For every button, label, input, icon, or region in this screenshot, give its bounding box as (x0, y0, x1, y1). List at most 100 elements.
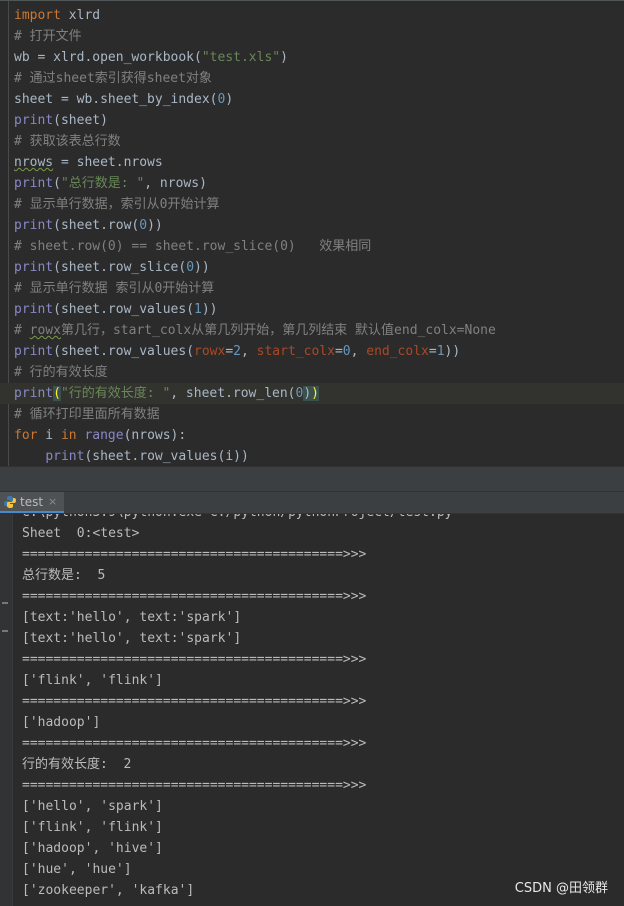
code-token: nrows (14, 155, 54, 170)
run-console[interactable]: C:\python3.9\python.exe C:/python/python… (0, 514, 624, 906)
code-line[interactable]: wb = xlrd.open_workbook("test.xls") (14, 47, 288, 68)
console-line: ========================================… (22, 547, 367, 562)
code-token: range (84, 428, 124, 443)
code-token: # 显示单行数据，索引从0开始计算 (14, 197, 220, 212)
code-token: 0 (342, 344, 351, 359)
code-line[interactable]: # 通过sheet索引获得sheet对象 (14, 68, 212, 89)
gutter-marker (2, 602, 8, 604)
code-line[interactable]: print(sheet.row_values(i)) (14, 446, 249, 467)
code-line[interactable]: sheet = wb.sheet_by_index(0) (14, 89, 233, 110)
code-token: for (14, 428, 38, 443)
code-line[interactable]: import xlrd (14, 5, 100, 26)
code-token: )) (201, 302, 218, 317)
code-token: import (14, 8, 61, 23)
code-token: # 通过sheet索引获得sheet对象 (14, 71, 212, 86)
code-line[interactable]: for i in range(nrows): (14, 425, 186, 446)
code-token: )) (147, 218, 163, 233)
console-line: ['flink', 'flink'] (22, 673, 163, 688)
console-line: ['hue', 'hue'] (22, 862, 132, 877)
code-token: )) (194, 260, 210, 275)
code-token: in (60, 428, 77, 443)
code-token: 0 (186, 260, 195, 275)
code-token: i (37, 428, 61, 443)
code-token: end_colx (366, 344, 429, 359)
code-token: print (14, 386, 54, 401)
console-line: ['hadoop', 'hive'] (22, 841, 163, 856)
code-token: sheet = wb.sheet_by_index( (14, 92, 218, 107)
code-line[interactable]: print(sheet) (14, 110, 108, 131)
code-token: # 显示单行数据 索引从0开始计算 (14, 281, 215, 296)
console-line: 行的有效长度: 2 (22, 757, 132, 772)
code-token: print (14, 260, 54, 275)
console-line: 总行数是: 5 (22, 568, 106, 583)
code-token: start_colx (256, 344, 335, 359)
code-token: print (14, 218, 54, 233)
code-token: (sheet.row_values( (53, 302, 195, 317)
run-tab-label: test (20, 494, 44, 509)
code-token: ( (53, 176, 61, 191)
code-token: 0 (139, 218, 148, 233)
console-line: C:\python3.9\python.exe C:/python/python… (22, 514, 452, 523)
console-line: Sheet 0:<test> (22, 526, 140, 541)
run-tool-window-tabbar: test × (0, 492, 624, 514)
code-line[interactable]: print(sheet.row_values(rowx=2, start_col… (14, 341, 460, 362)
console-line: ========================================… (22, 589, 367, 604)
code-token: # 行的有效长度 (14, 365, 108, 380)
code-line[interactable]: print("行的有效长度: ", sheet.row_len(0)) (0, 383, 624, 404)
code-token: , nrows) (144, 176, 207, 191)
code-token: 2 (233, 344, 241, 359)
console-line: ========================================… (22, 694, 367, 709)
code-token: 第几行，start_colx从第几列开始，第几列结束 默认值end_colx=N… (60, 323, 496, 338)
code-line[interactable]: # 循环打印里面所有数据 (14, 404, 160, 425)
code-token: print (45, 449, 85, 464)
code-token: (sheet) (53, 113, 108, 128)
watermark: CSDN @田领群 (514, 881, 608, 896)
panel-splitter[interactable] (0, 466, 624, 492)
code-token: )) (444, 344, 461, 359)
python-icon (4, 495, 16, 508)
code-token: # (14, 323, 30, 338)
code-token: "总行数是: " (60, 176, 145, 191)
code-token: rowx (29, 323, 61, 338)
console-line: ========================================… (22, 778, 367, 793)
code-line[interactable]: # 显示单行数据 索引从0开始计算 (14, 278, 214, 299)
code-line[interactable]: # sheet.row(0) == sheet.row_slice(0) 效果相… (14, 236, 371, 257)
code-token: (sheet.row_values( (53, 344, 195, 359)
code-line[interactable]: nrows = sheet.nrows (14, 152, 163, 173)
code-line[interactable]: print(sheet.row_slice(0)) (14, 257, 210, 278)
gutter-marker (2, 630, 8, 632)
code-line[interactable]: # 显示单行数据，索引从0开始计算 (14, 194, 219, 215)
console-line: ========================================… (22, 736, 367, 751)
console-line: [text:'hello', text:'spark'] (22, 610, 242, 625)
code-line[interactable]: print(sheet.row(0)) (14, 215, 163, 236)
code-token: wb = xlrd.open_workbook( (14, 50, 202, 65)
code-editor[interactable]: import xlrd # 打开文件 wb = xlrd.open_workbook… (0, 0, 624, 467)
code-token: (sheet.row( (53, 218, 140, 233)
code-token: "行的有效长度: " (60, 386, 171, 401)
code-token: "test.xls" (201, 50, 281, 65)
code-token: (nrows): (123, 428, 187, 443)
code-token: # 打开文件 (14, 29, 82, 44)
console-line: ['zookeeper', 'kafka'] (22, 883, 195, 898)
code-line[interactable]: # 打开文件 (14, 26, 82, 47)
code-line[interactable]: print("总行数是: ", nrows) (14, 173, 207, 194)
code-token: = (428, 344, 437, 359)
run-tab[interactable]: test × (0, 492, 64, 513)
code-token: xlrd (60, 8, 101, 23)
code-token: # sheet.row(0) == sheet.row_slice(0) 效果相… (14, 239, 372, 254)
code-token: = (334, 344, 343, 359)
code-line[interactable]: print(sheet.row_values(1)) (14, 299, 218, 320)
code-token: (sheet.row_values(i)) (84, 449, 249, 464)
code-line[interactable]: # rowx第几行，start_colx从第几列开始，第几列结束 默认值end_… (14, 320, 496, 341)
code-token: 1 (436, 344, 445, 359)
code-token: , sheet.row_len( (170, 386, 296, 401)
console-line: ========================================… (22, 652, 367, 667)
code-token: # 循环打印里面所有数据 (14, 407, 160, 422)
code-token: = sheet.nrows (53, 155, 163, 170)
close-tab-icon[interactable]: × (48, 495, 57, 508)
code-token: , (241, 344, 257, 359)
code-line[interactable]: # 行的有效长度 (14, 362, 108, 383)
code-token: ) (303, 386, 312, 401)
code-line[interactable]: # 获取该表总行数 (14, 131, 121, 152)
